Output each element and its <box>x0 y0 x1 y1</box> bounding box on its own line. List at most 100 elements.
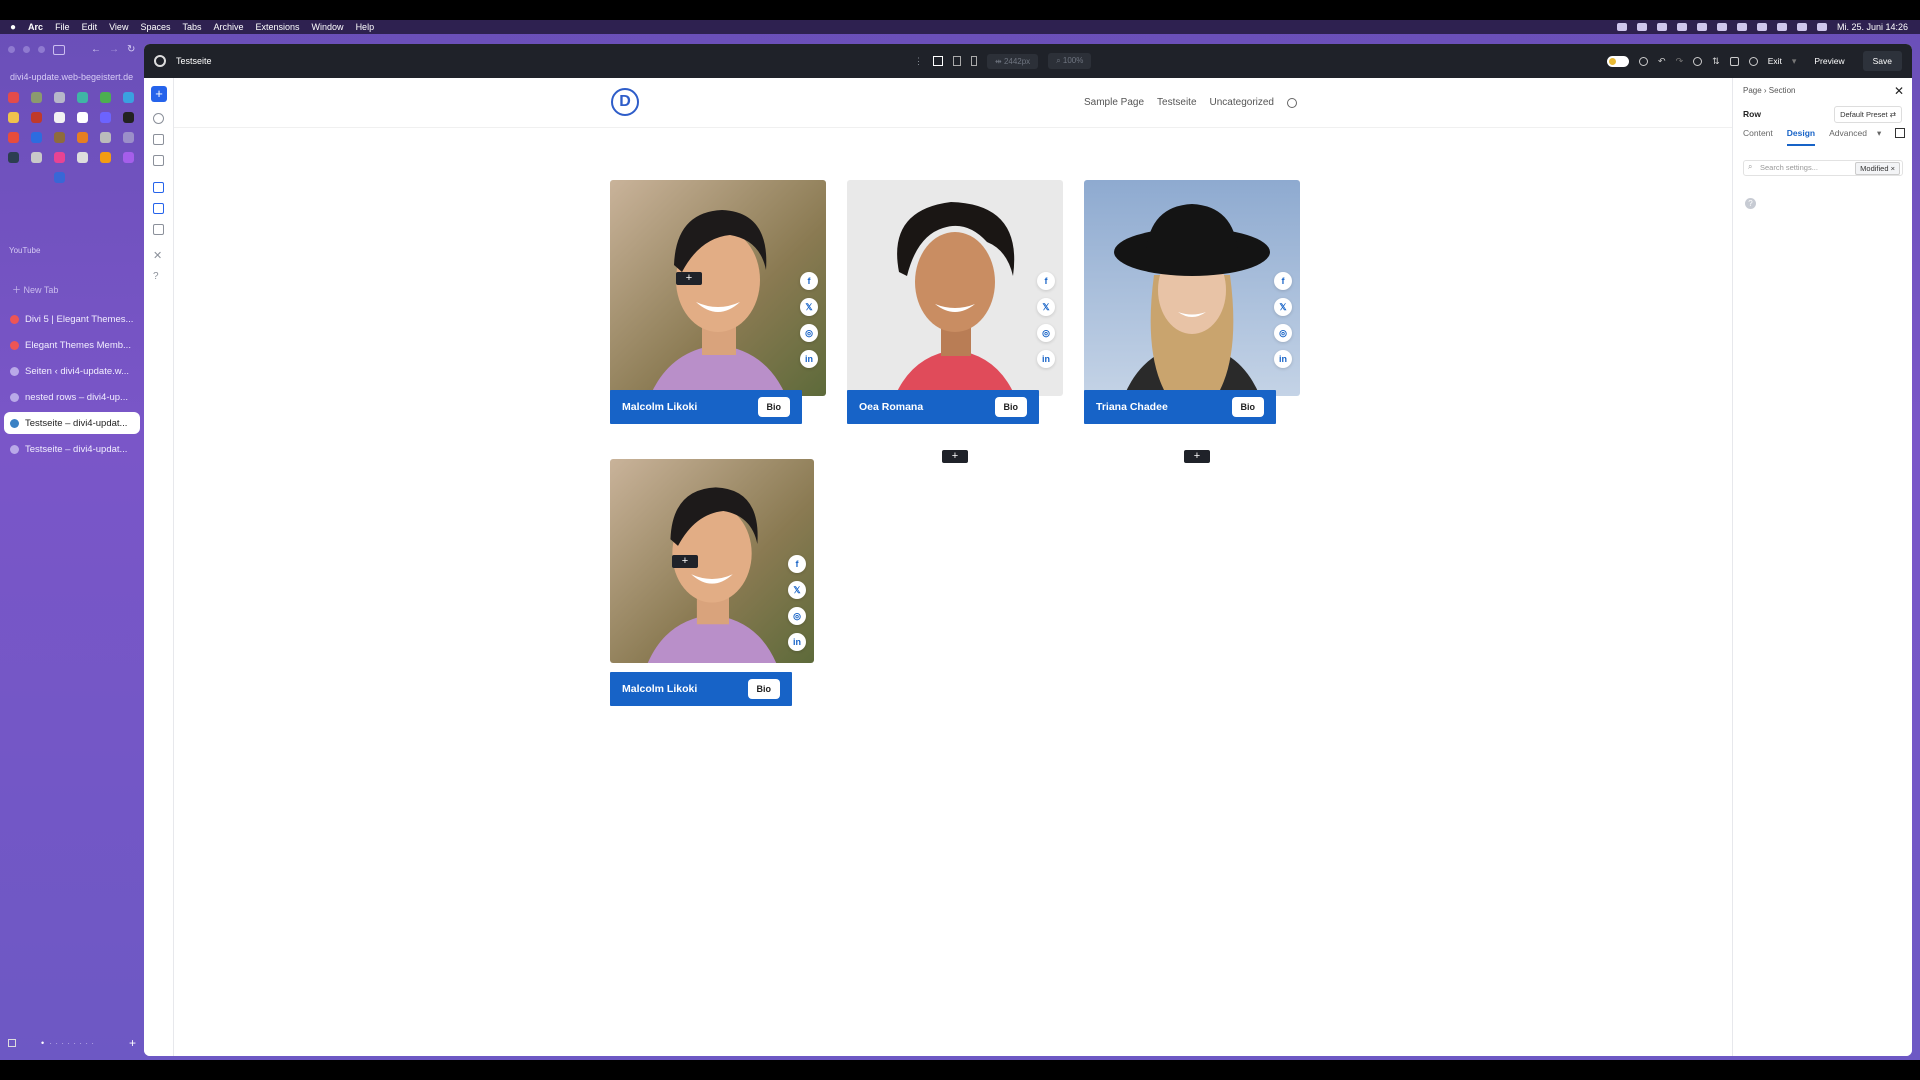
bio-button[interactable]: Bio <box>747 679 780 699</box>
undo-icon[interactable]: ↶ <box>1658 56 1666 67</box>
layers-icon[interactable] <box>153 113 164 124</box>
nav-link[interactable]: Sample Page <box>1084 97 1144 108</box>
status-icon[interactable] <box>1696 23 1707 31</box>
nav-link[interactable]: Uncategorized <box>1210 97 1274 108</box>
favorite-icon[interactable] <box>100 112 111 123</box>
favorite-icon[interactable] <box>100 132 111 143</box>
window-minimize-dot[interactable] <box>23 46 30 53</box>
status-icon[interactable] <box>1716 23 1727 31</box>
linkedin-icon[interactable]: in <box>1274 350 1292 368</box>
more-dots-icon[interactable]: ⋮ <box>914 56 923 67</box>
x-twitter-icon[interactable]: 𝕏 <box>1037 298 1055 316</box>
tab-design[interactable]: Design <box>1786 128 1816 146</box>
favorite-icon[interactable] <box>77 132 88 143</box>
linkedin-icon[interactable]: in <box>1037 350 1055 368</box>
trash-icon[interactable] <box>1729 56 1739 66</box>
search-icon[interactable] <box>1287 98 1297 108</box>
help-icon[interactable]: ? <box>153 272 164 283</box>
sidebar-tab[interactable]: nested rows – divi4-up... <box>4 386 140 408</box>
menu-spaces[interactable]: Spaces <box>140 22 170 32</box>
address-bar[interactable]: divi4-update.web-begeistert.de <box>10 72 133 82</box>
back-arrow-icon[interactable]: ← <box>91 44 101 55</box>
tablet-view-icon[interactable] <box>953 56 961 66</box>
power-icon[interactable] <box>1748 56 1758 66</box>
bio-button[interactable]: Bio <box>994 397 1027 417</box>
x-twitter-icon[interactable]: 𝕏 <box>800 298 818 316</box>
x-twitter-icon[interactable]: 𝕏 <box>1274 298 1292 316</box>
sidebar-tab[interactable]: Seiten ‹ divi4-update.w... <box>4 360 140 382</box>
favorite-icon[interactable] <box>123 92 134 103</box>
settings-gear-icon[interactable] <box>154 55 166 67</box>
preview-button[interactable]: Preview <box>1806 51 1852 71</box>
tab-advanced[interactable]: Advanced <box>1829 128 1867 146</box>
favorite-icon[interactable] <box>54 112 65 123</box>
exit-button[interactable]: Exit <box>1768 56 1782 66</box>
linkedin-icon[interactable]: in <box>800 350 818 368</box>
facebook-icon[interactable]: f <box>1037 272 1055 290</box>
menu-app-name[interactable]: Arc <box>28 22 43 32</box>
x-twitter-icon[interactable]: 𝕏 <box>788 581 806 599</box>
instagram-icon[interactable]: ◎ <box>1274 324 1292 342</box>
person-photo[interactable] <box>847 180 1063 396</box>
battery-icon[interactable] <box>1776 23 1787 31</box>
favorite-icon[interactable] <box>8 152 19 163</box>
menu-tabs[interactable]: Tabs <box>182 22 201 32</box>
menu-help[interactable]: Help <box>356 22 375 32</box>
nav-link[interactable]: Testseite <box>1157 97 1196 108</box>
menubar-clock[interactable]: Mi. 25. Juni 14:26 <box>1837 22 1908 32</box>
add-space-icon[interactable]: + <box>129 1036 136 1050</box>
sidebar-tab[interactable]: Testseite – divi4-updat... <box>4 438 140 460</box>
menu-archive[interactable]: Archive <box>214 22 244 32</box>
facebook-icon[interactable]: f <box>800 272 818 290</box>
modified-filter-chip[interactable]: Modified × <box>1855 162 1900 175</box>
archive-icon[interactable] <box>8 1039 16 1047</box>
panel-layout-icon[interactable] <box>1895 128 1906 138</box>
add-module-plus-icon[interactable]: + <box>676 272 702 285</box>
add-module-button[interactable]: + <box>942 450 968 463</box>
favorite-icon[interactable] <box>100 92 111 103</box>
folder-label[interactable]: YouTube <box>9 246 40 255</box>
favorite-icon[interactable] <box>54 132 65 143</box>
phone-view-icon[interactable] <box>971 56 977 66</box>
instagram-icon[interactable]: ◎ <box>788 607 806 625</box>
window-close-dot[interactable] <box>8 46 15 53</box>
status-icon[interactable] <box>1616 23 1627 31</box>
favorite-icon[interactable] <box>77 152 88 163</box>
favorite-icon[interactable] <box>123 112 134 123</box>
status-icon[interactable] <box>1736 23 1747 31</box>
status-icon[interactable] <box>1636 23 1647 31</box>
favorite-icon[interactable] <box>123 132 134 143</box>
favorite-icon[interactable] <box>8 112 19 123</box>
search-icon[interactable] <box>1796 23 1807 31</box>
instagram-icon[interactable]: ◎ <box>800 324 818 342</box>
zoom-field[interactable]: ⌕ 100% <box>1048 53 1092 69</box>
apple-icon[interactable]: ● <box>10 22 16 33</box>
layout-icon[interactable] <box>153 155 164 166</box>
favorite-icon[interactable] <box>54 92 65 103</box>
add-module-button[interactable]: + <box>1184 450 1210 463</box>
portability-icon[interactable]: ⇅ <box>1712 56 1720 67</box>
tab-content[interactable]: Content <box>1743 128 1773 146</box>
sidebar-tab-active[interactable]: Testseite – divi4-updat... <box>4 412 140 434</box>
site-logo[interactable]: D <box>611 88 639 116</box>
favorite-icon[interactable] <box>123 152 134 163</box>
help-icon[interactable]: ? <box>1745 198 1756 209</box>
add-module-plus-icon[interactable]: + <box>672 555 698 568</box>
breadcrumb-section[interactable]: Section <box>1769 86 1796 95</box>
reload-icon[interactable]: ↻ <box>127 44 135 55</box>
person-photo[interactable] <box>610 180 826 396</box>
menu-window[interactable]: Window <box>312 22 344 32</box>
wifi-icon[interactable] <box>1756 23 1767 31</box>
sidebar-toggle-icon[interactable] <box>53 44 65 55</box>
tools-icon[interactable]: ✕ <box>153 251 164 263</box>
database-icon[interactable] <box>153 134 164 145</box>
menu-file[interactable]: File <box>55 22 70 32</box>
person-photo[interactable] <box>610 459 814 663</box>
bio-button[interactable]: Bio <box>1231 397 1264 417</box>
favorite-icon[interactable] <box>31 112 42 123</box>
status-icon[interactable] <box>1656 23 1667 31</box>
favorite-icon[interactable] <box>31 152 42 163</box>
space-dots[interactable]: ········ <box>49 1038 97 1048</box>
space-dot-active[interactable]: • <box>41 1038 44 1048</box>
favorite-icon[interactable] <box>31 92 42 103</box>
